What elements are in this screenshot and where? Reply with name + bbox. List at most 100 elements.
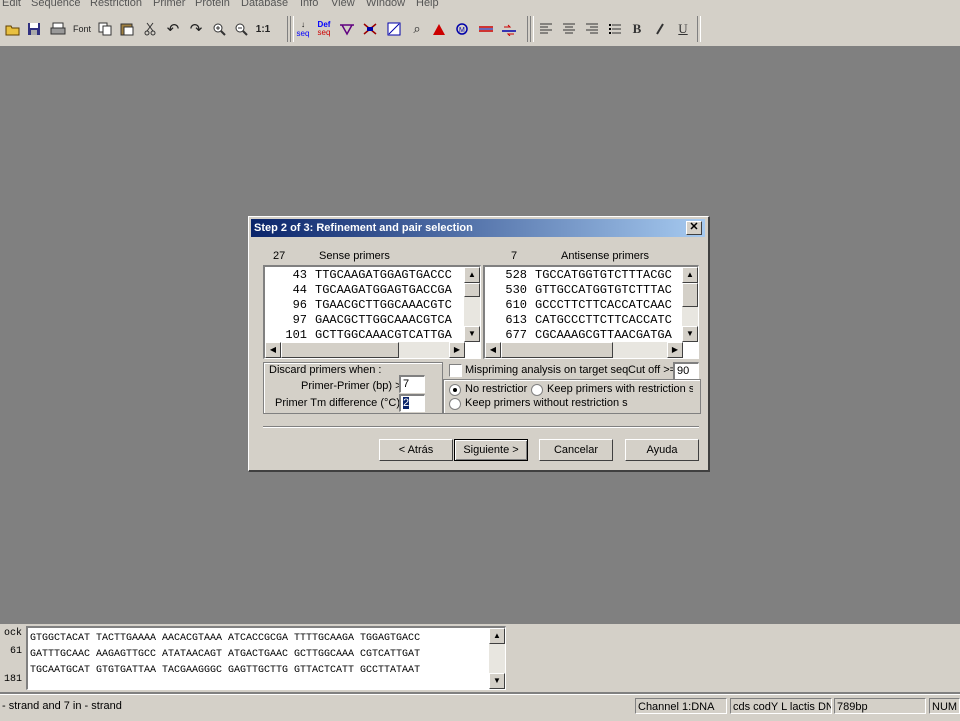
primer-icon[interactable]	[499, 19, 519, 39]
primer-row[interactable]: 101 GCTTGGCAAACGTCATTGA	[265, 328, 451, 343]
scroll-right-icon[interactable]: ▶	[449, 342, 465, 358]
redo-icon[interactable]: ↷	[186, 19, 206, 39]
define-sequence-icon[interactable]: Def seq	[314, 19, 334, 39]
scroll-left-icon[interactable]: ◀	[485, 342, 501, 358]
save-icon[interactable]	[24, 19, 44, 39]
help-button[interactable]: Ayuda	[625, 439, 699, 461]
paste-icon[interactable]	[117, 19, 137, 39]
menu-database[interactable]: Database	[241, 0, 288, 9]
tm-difference-input[interactable]: 2	[399, 394, 425, 412]
sense-primers-list[interactable]: 43 TTGCAAGATGGAGTGACCC 44 TGCAAGATGGAGTGACC…	[263, 265, 481, 359]
sequence-icon[interactable]: ↓ seq	[293, 19, 313, 39]
menu-help[interactable]: Help	[416, 0, 439, 9]
toolbar-separator	[530, 16, 534, 42]
ruler-label: ock	[3, 628, 22, 639]
align-right-icon[interactable]	[582, 19, 602, 39]
sense-vertical-scrollbar[interactable]: ▲ ▼	[464, 267, 480, 342]
menu-protein[interactable]: Protein	[195, 0, 230, 9]
define-seq-label: seq	[317, 28, 331, 37]
keep-without-restriction-radio[interactable]	[449, 398, 461, 410]
underline-icon[interactable]: U	[673, 19, 693, 39]
no-restriction-radio[interactable]	[449, 384, 461, 396]
scroll-left-icon[interactable]: ◀	[265, 342, 281, 358]
mispriming-checkbox[interactable]	[449, 364, 462, 377]
sequence-view[interactable]: GTGGCTACAT TACTTGAAAA AACACGTAAA ATCACCG…	[26, 626, 506, 690]
scroll-up-icon[interactable]: ▲	[464, 267, 480, 283]
primer-position: 530	[505, 283, 527, 297]
menu-edit[interactable]: Edit	[2, 0, 21, 9]
cancel-button[interactable]: Cancelar	[539, 439, 613, 461]
undo-icon[interactable]: ↶	[163, 19, 183, 39]
primer-row[interactable]: 677 CGCAAAGCGTTAACGATGA	[485, 328, 671, 343]
keep-with-restriction-radio[interactable]	[531, 384, 543, 396]
zoom-in-icon[interactable]	[209, 19, 229, 39]
sequence-line: TGCAATGCAT GTGTGATTAA TACGAAGGGC GAGTTGC…	[30, 665, 421, 676]
primer-position: 97	[292, 313, 307, 327]
primer-row[interactable]: 97 GAACGCTTGGCAAACGTCA	[265, 313, 452, 328]
antisense-primer-count: 7	[511, 250, 518, 262]
align-left-icon[interactable]	[536, 19, 556, 39]
primer-sequence: GTTGCCATGGTGTCTTTAC	[535, 283, 672, 297]
sense-horizontal-scrollbar[interactable]: ◀ ▶	[265, 342, 465, 358]
list-icon[interactable]	[605, 19, 625, 39]
scroll-down-icon[interactable]: ▼	[464, 326, 480, 342]
next-button[interactable]: Siguiente >	[454, 439, 528, 461]
status-sequence-name: cds codY L lactis DNA	[730, 698, 832, 714]
print-icon[interactable]	[48, 19, 68, 39]
primer-sequence: GAACGCTTGGCAAACGTCA	[315, 313, 452, 327]
antisense-primers-list[interactable]: 528 TGCCATGGTGTCTTTACGC 530 GTTGCCATGGTGTCT…	[483, 265, 699, 359]
scroll-thumb[interactable]	[682, 283, 698, 307]
dotplot-icon[interactable]	[384, 19, 404, 39]
primer-row[interactable]: 528 TGCCATGGTGTCTTTACGC	[485, 268, 671, 283]
dialog-titlebar[interactable]: Step 2 of 3: Refinement and pair selecti…	[251, 219, 705, 237]
primer-row[interactable]: 530 GTTGCCATGGTGTCTTTAC	[485, 283, 672, 298]
status-length: 789bp	[834, 698, 926, 714]
menu-sequence[interactable]: Sequence	[31, 0, 81, 9]
scroll-thumb[interactable]	[281, 342, 399, 358]
primer-row[interactable]: 610 GCCCTTCTTCACCATCAAC	[485, 298, 671, 313]
font-icon[interactable]: Font	[70, 19, 94, 39]
primer-row[interactable]: 96 TGAACGCTTGGCAAACGTC	[265, 298, 452, 313]
restriction-digest-icon[interactable]	[360, 19, 380, 39]
primer-row[interactable]: 43 TTGCAAGATGGAGTGACCC	[265, 268, 452, 283]
toolbar-separator	[697, 16, 701, 42]
menu-restriction[interactable]: Restriction	[90, 0, 142, 9]
orf-icon[interactable]: M	[452, 19, 472, 39]
primer-row[interactable]: 44 TGCAAGATGGAGTGACCGA	[265, 283, 452, 298]
scroll-down-icon[interactable]: ▼	[489, 673, 505, 689]
tm-difference-label: Primer Tm difference (°C)	[275, 397, 401, 409]
close-button[interactable]: ✕	[686, 221, 702, 235]
menu-view[interactable]: View	[331, 0, 355, 9]
cutoff-input[interactable]: 90	[673, 362, 699, 380]
bold-icon[interactable]: B	[627, 19, 647, 39]
align-center-icon[interactable]	[559, 19, 579, 39]
restriction-map-icon[interactable]	[337, 19, 357, 39]
scroll-up-icon[interactable]: ▲	[682, 267, 698, 283]
scroll-right-icon[interactable]: ▶	[667, 342, 683, 358]
zoom-reset-icon[interactable]: 1:1	[253, 19, 273, 39]
primer-position: 96	[292, 298, 307, 312]
scroll-up-icon[interactable]: ▲	[489, 628, 505, 644]
sequence-vertical-scrollbar[interactable]: ▲ ▼	[489, 628, 505, 689]
menu-info[interactable]: Info	[300, 0, 318, 9]
cutoff-label: Cut off >=	[628, 364, 674, 376]
open-icon[interactable]	[3, 19, 23, 39]
primer-primer-input[interactable]: 7	[399, 375, 425, 393]
sequence-icon-label: seq	[296, 29, 310, 38]
menu-primer[interactable]: Primer	[153, 0, 185, 9]
align-icon[interactable]	[429, 19, 449, 39]
zoom-out-icon[interactable]	[231, 19, 251, 39]
antisense-vertical-scrollbar[interactable]: ▲ ▼	[682, 267, 698, 342]
antisense-horizontal-scrollbar[interactable]: ◀ ▶	[485, 342, 683, 358]
scroll-down-icon[interactable]: ▼	[682, 326, 698, 342]
menu-window[interactable]: Window	[366, 0, 405, 9]
cut-icon[interactable]	[140, 19, 160, 39]
scroll-thumb[interactable]	[464, 283, 480, 297]
scroll-thumb[interactable]	[501, 342, 613, 358]
find-icon[interactable]: ⌕	[407, 19, 427, 39]
copy-icon[interactable]	[95, 19, 115, 39]
primer-row[interactable]: 613 CATGCCCTTCTTCACCATC	[485, 313, 671, 328]
italic-icon[interactable]	[650, 19, 670, 39]
translate-icon[interactable]	[476, 19, 496, 39]
back-button[interactable]: < Atrás	[379, 439, 453, 461]
